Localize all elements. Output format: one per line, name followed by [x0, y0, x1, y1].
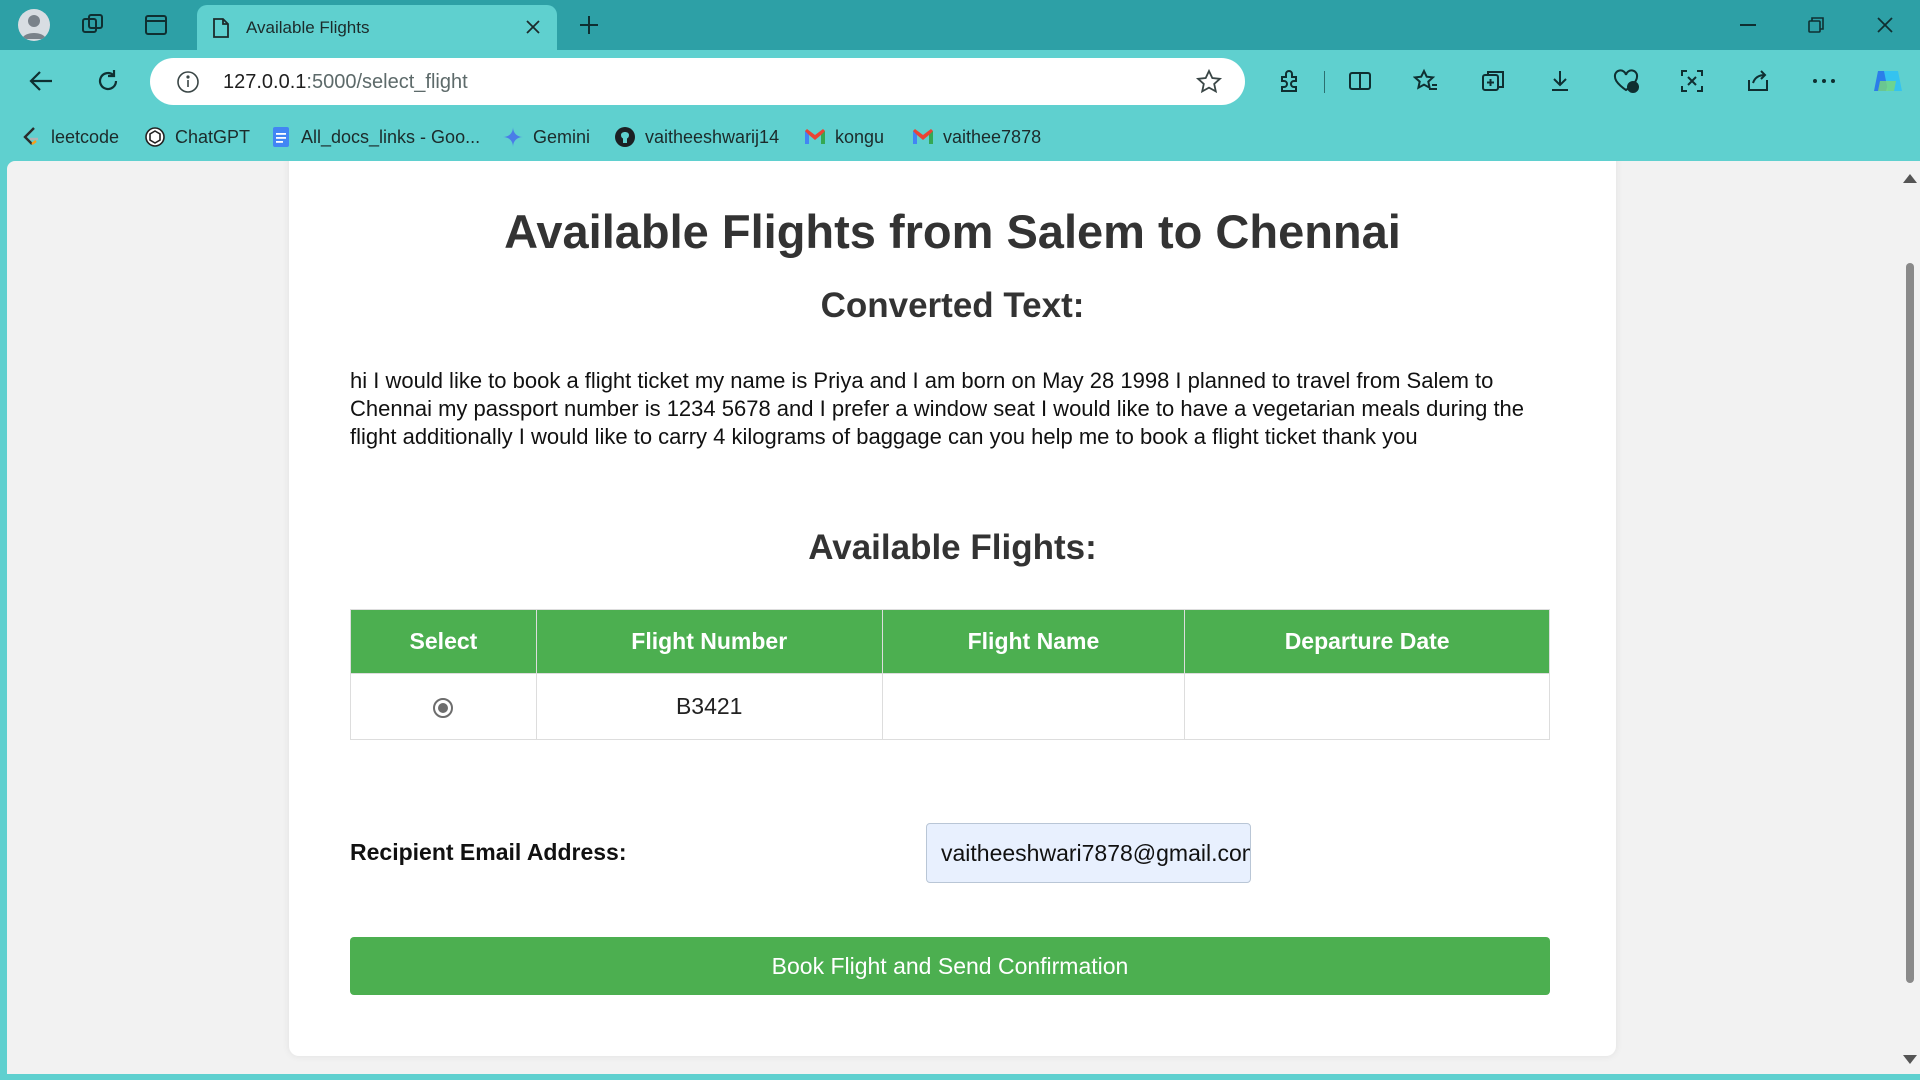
google-docs-icon: [270, 126, 292, 148]
browser-essentials-icon[interactable]: [1609, 64, 1643, 98]
vertical-tabs-icon[interactable]: [141, 10, 171, 40]
select-cell: [350, 673, 537, 740]
flight-select-radio[interactable]: [433, 697, 454, 718]
favorite-star-icon[interactable]: [1195, 68, 1223, 96]
column-header-flight-number: Flight Number: [535, 609, 883, 674]
page-icon: [213, 18, 229, 38]
tab-title: Available Flights: [246, 17, 370, 37]
bookmark-label: All_docs_links - Goo...: [301, 126, 481, 147]
available-flights-heading: Available Flights:: [808, 528, 1097, 567]
github-icon: [614, 126, 636, 148]
column-header-departure-date: Departure Date: [1184, 609, 1550, 674]
vertical-scrollbar[interactable]: [1898, 161, 1920, 1074]
url-path: :5000/select_flight: [306, 71, 468, 93]
screenshot-icon[interactable]: [1675, 64, 1709, 98]
bookmark-kongu[interactable]: kongu: [804, 123, 884, 151]
bookmark-label: leetcode: [51, 126, 120, 147]
scroll-down-arrow-icon[interactable]: [1903, 1055, 1917, 1064]
bookmark-label: kongu: [835, 126, 885, 147]
bookmark-all-docs-links[interactable]: All_docs_links - Goo...: [270, 123, 480, 151]
navigation-bar: 127.0.0.1:5000/select_flight: [0, 50, 1920, 113]
split-screen-icon[interactable]: [1343, 64, 1377, 98]
column-header-flight-name: Flight Name: [881, 609, 1186, 674]
table-header-row: Select Flight Number Flight Name Departu…: [350, 609, 1550, 674]
tab-close-icon[interactable]: [523, 17, 543, 37]
bookmark-label: vaithee7878: [943, 126, 1042, 147]
more-options-icon[interactable]: [1807, 64, 1841, 98]
flight-name-cell: [881, 673, 1186, 740]
address-bar[interactable]: 127.0.0.1:5000/select_flight: [150, 58, 1245, 105]
share-icon[interactable]: [1741, 64, 1775, 98]
bookmark-github[interactable]: vaitheeshwarij14: [614, 123, 779, 151]
close-window-icon[interactable]: [1865, 10, 1905, 40]
extensions-icon[interactable]: [1273, 64, 1307, 98]
chatgpt-icon: [144, 126, 166, 148]
scroll-up-arrow-icon[interactable]: [1903, 174, 1917, 183]
recipient-email-label: Recipient Email Address:: [350, 839, 627, 865]
bookmark-label: vaitheeshwarij14: [645, 126, 780, 147]
flight-number-cell: B3421: [535, 673, 883, 740]
recipient-email-input[interactable]: vaitheeshwari7878@gmail.com: [926, 823, 1251, 883]
profile-avatar-icon[interactable]: [18, 9, 50, 41]
bookmark-label: Gemini: [533, 126, 591, 147]
url-host: 127.0.0.1: [223, 71, 307, 93]
bookmark-chatgpt[interactable]: ChatGPT: [144, 123, 250, 151]
departure-date-cell: [1184, 673, 1550, 740]
workspaces-icon[interactable]: [78, 10, 108, 40]
copilot-icon[interactable]: [1869, 62, 1907, 100]
refresh-icon[interactable]: [91, 64, 125, 98]
toolbar-divider: [1324, 71, 1325, 93]
table-row: B3421: [350, 673, 1550, 740]
flight-selection-card: Available Flights from Salem to Chennai …: [289, 161, 1616, 1056]
gmail-icon: [912, 126, 934, 148]
recipient-email-value: vaitheeshwari7878@gmail.com: [941, 840, 1251, 866]
favorites-icon[interactable]: [1409, 64, 1443, 98]
bookmark-leetcode[interactable]: leetcode: [20, 123, 119, 151]
url-text[interactable]: 127.0.0.1:5000/select_flight: [223, 71, 468, 94]
bookmarks-bar: leetcode ChatGPT All_docs_links - Goo...…: [0, 113, 1920, 161]
flights-table: Select Flight Number Flight Name Departu…: [350, 609, 1550, 740]
bookmark-vaithee7878[interactable]: vaithee7878: [912, 123, 1041, 151]
restore-icon[interactable]: [1796, 10, 1836, 40]
site-info-icon[interactable]: [176, 70, 200, 94]
converted-text-heading: Converted Text:: [820, 286, 1085, 325]
gemini-icon: [502, 126, 524, 148]
tab-available-flights[interactable]: Available Flights: [197, 5, 557, 50]
browser-titlebar: Available Flights: [0, 0, 1920, 50]
book-flight-button[interactable]: Book Flight and Send Confirmation: [350, 937, 1550, 995]
column-header-select: Select: [350, 609, 537, 674]
page-viewport: Available Flights from Salem to Chennai …: [7, 161, 1920, 1074]
back-arrow-icon[interactable]: [24, 64, 58, 98]
bookmark-gemini[interactable]: Gemini: [502, 123, 590, 151]
gmail-icon: [804, 126, 826, 148]
downloads-icon[interactable]: [1543, 64, 1577, 98]
minimize-icon[interactable]: [1728, 10, 1768, 40]
collections-icon[interactable]: [1476, 64, 1510, 98]
leetcode-icon: [20, 126, 42, 148]
page-title: Available Flights from Salem to Chennai: [504, 205, 1401, 258]
bookmark-label: ChatGPT: [175, 126, 251, 147]
new-tab-icon[interactable]: [574, 10, 604, 40]
converted-text: hi I would like to book a flight ticket …: [350, 368, 1525, 449]
scrollbar-thumb[interactable]: [1906, 263, 1914, 983]
